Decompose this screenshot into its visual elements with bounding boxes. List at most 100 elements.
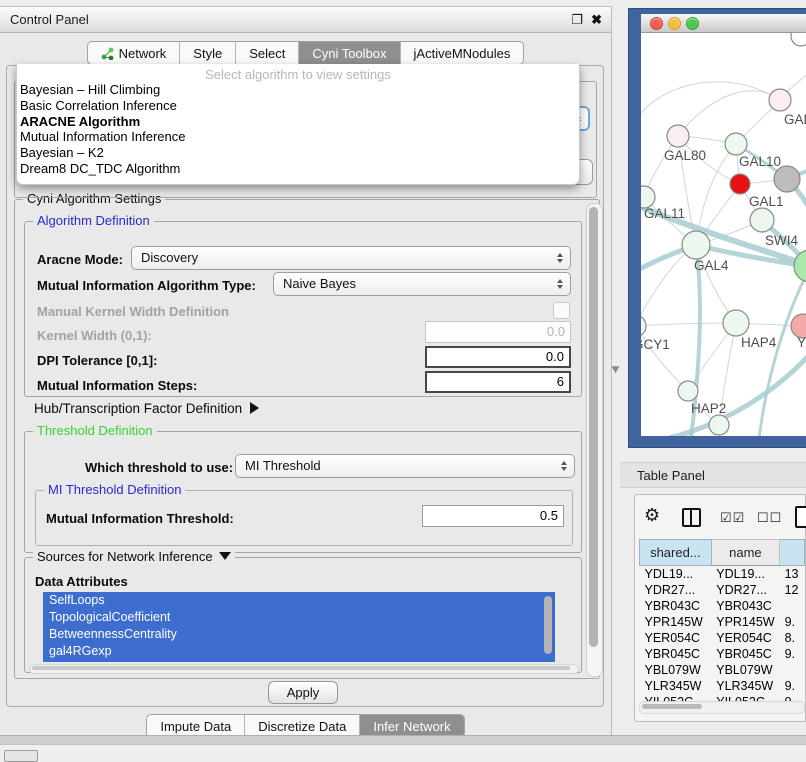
table-cell[interactable]: YPR145W <box>711 614 779 630</box>
node-attribute-table[interactable]: shared...nameYDL19...YDL19...13YDR27...Y… <box>639 539 805 710</box>
tab-jactivemnodules[interactable]: jActiveMNodules <box>400 42 524 64</box>
bottom-left-button-fragment[interactable] <box>4 750 38 762</box>
table-row[interactable]: YDR27...YDR27...12 <box>640 582 805 598</box>
bottom-splitter[interactable] <box>0 735 806 745</box>
minimize-window-icon[interactable] <box>668 17 681 30</box>
table-row[interactable]: YER054CYER054C8. <box>640 630 805 646</box>
settings-scrollbar[interactable] <box>586 203 603 677</box>
which-threshold-select[interactable]: MI Threshold <box>235 454 575 478</box>
aracne-mode-select[interactable]: Discovery <box>131 246 571 270</box>
table-cell[interactable]: 9. <box>780 646 805 662</box>
table-cell[interactable]: YDR27... <box>640 582 712 598</box>
table-cell[interactable]: YER054C <box>640 630 712 646</box>
table-cell[interactable]: YBR043C <box>640 598 712 614</box>
hub-definition-toggle[interactable]: Hub/Transcription Factor Definition <box>34 401 259 416</box>
table-cell[interactable] <box>780 662 805 678</box>
table-cell[interactable]: YBR043C <box>711 598 779 614</box>
network-node-gal10[interactable] <box>725 133 747 155</box>
table-cell[interactable]: YBL079W <box>640 662 712 678</box>
mi-steps-field[interactable]: 6 <box>425 371 571 393</box>
bottom-tab-infer-network[interactable]: Infer Network <box>359 715 463 737</box>
table-cell[interactable]: YDR27... <box>711 582 779 598</box>
table-cell[interactable]: 9. <box>780 614 805 630</box>
table-cell[interactable]: YLR345W <box>711 678 779 694</box>
network-window-titlebar[interactable] <box>641 14 806 33</box>
manual-kernel-checkbox[interactable] <box>553 302 570 319</box>
algorithm-option-bayesian-k2[interactable]: Bayesian – K2 <box>17 145 579 161</box>
dpi-tolerance-field[interactable]: 0.0 <box>425 346 571 368</box>
table-row[interactable]: YLR345WYLR345W9. <box>640 678 805 694</box>
close-panel-icon[interactable]: ✖ <box>591 7 602 33</box>
deselect-all-checkboxes-icon[interactable]: ☐☐ <box>757 510 782 526</box>
attribute-item-topologicalcoefficient[interactable]: TopologicalCoefficient <box>43 609 555 626</box>
table-cell[interactable]: YBL079W <box>711 662 779 678</box>
network-node[interactable] <box>794 250 806 282</box>
tab-network[interactable]: Network <box>88 42 180 64</box>
algorithm-option-bayesian-hill-climbing[interactable]: Bayesian – Hill Climbing <box>17 82 579 98</box>
algorithm-option-aracne-algorithm[interactable]: ARACNE Algorithm <box>17 114 579 130</box>
table-cell[interactable]: YBR045C <box>711 646 779 662</box>
table-cell[interactable]: 13 <box>780 566 805 583</box>
table-row[interactable]: YPR145WYPR145W9. <box>640 614 805 630</box>
table-cell[interactable]: YER054C <box>711 630 779 646</box>
mi-type-select[interactable]: Naive Bayes <box>273 272 571 296</box>
gear-icon[interactable]: ⚙ <box>644 505 660 526</box>
bottom-tab-impute-data[interactable]: Impute Data <box>147 715 244 737</box>
algorithm-option-mutual-information-inference[interactable]: Mutual Information Inference <box>17 129 579 145</box>
network-node-gcy1[interactable] <box>641 315 646 337</box>
tab-style[interactable]: Style <box>179 42 235 64</box>
network-node-gal11[interactable] <box>641 186 655 208</box>
network-node-hap2[interactable] <box>678 381 698 401</box>
network-node-gal[interactable] <box>769 89 791 111</box>
tab-select[interactable]: Select <box>235 42 298 64</box>
attributes-scrollbar-thumb[interactable] <box>544 596 552 654</box>
network-node-gal4[interactable] <box>682 231 710 259</box>
network-node[interactable] <box>709 415 729 435</box>
sources-hscrollbar[interactable] <box>29 664 579 674</box>
close-window-icon[interactable] <box>650 17 663 30</box>
table-row[interactable]: YBR043CYBR043C <box>640 598 805 614</box>
data-attributes-list[interactable]: SelfLoopsTopologicalCoefficientBetweenne… <box>43 592 555 662</box>
table-cell[interactable]: YDL19... <box>640 566 712 583</box>
select-all-checkboxes-icon[interactable]: ☑☑ <box>720 510 745 526</box>
kernel-width-field[interactable]: 0.0 <box>425 321 571 343</box>
column-header-partial[interactable] <box>780 540 805 566</box>
table-hscrollbar-thumb[interactable] <box>642 704 702 709</box>
network-node-hap4[interactable] <box>723 310 749 336</box>
table-cell[interactable]: YPR145W <box>640 614 712 630</box>
mi-threshold-field[interactable]: 0.5 <box>422 505 564 527</box>
table-row[interactable]: YBR045CYBR045C9. <box>640 646 805 662</box>
split-columns-icon[interactable] <box>682 508 701 527</box>
table-hscrollbar[interactable] <box>639 701 805 714</box>
column-header-name[interactable]: name <box>711 540 779 566</box>
column-header-shared[interactable]: shared... <box>640 540 712 566</box>
network-node-gal1[interactable] <box>730 174 750 194</box>
attribute-item-betweennesscentrality[interactable]: BetweennessCentrality <box>43 626 555 643</box>
table-cell[interactable]: 8. <box>780 630 805 646</box>
attribute-item-gal4rgexp[interactable]: gal4RGexp <box>43 643 555 660</box>
network-node-gal80[interactable] <box>667 125 689 147</box>
table-cell[interactable]: YBR045C <box>640 646 712 662</box>
bottom-tab-discretize-data[interactable]: Discretize Data <box>244 715 359 737</box>
table-cell[interactable] <box>780 598 805 614</box>
network-canvas[interactable]: GALGAL80GAL10GAL1GAL11SWI4GAL4GCY1HAP4YH… <box>641 33 806 436</box>
settings-scrollbar-thumb[interactable] <box>589 207 598 647</box>
table-cell[interactable]: 12 <box>780 582 805 598</box>
network-node-swi4[interactable] <box>750 208 774 232</box>
zoom-window-icon[interactable] <box>686 17 699 30</box>
apply-button[interactable]: Apply <box>268 681 338 704</box>
document-icon[interactable] <box>795 506 806 528</box>
sources-title[interactable]: Sources for Network Inference <box>33 549 235 564</box>
float-panel-icon[interactable]: ❐ <box>571 7 583 33</box>
table-row[interactable]: YDL19...YDL19...13 <box>640 566 805 583</box>
sources-hscrollbar-thumb[interactable] <box>32 666 570 670</box>
tab-cyni-toolbox[interactable]: Cyni Toolbox <box>298 42 399 64</box>
table-cell[interactable]: 9. <box>780 678 805 694</box>
network-node[interactable] <box>774 166 800 192</box>
network-node[interactable] <box>791 33 806 46</box>
algorithm-option-dream8-dc-tdc-algorithm[interactable]: Dream8 DC_TDC Algorithm <box>17 161 579 177</box>
table-row[interactable]: YBL079WYBL079W <box>640 662 805 678</box>
attribute-item-selfloops[interactable]: SelfLoops <box>43 592 555 609</box>
table-cell[interactable]: YDL19... <box>711 566 779 583</box>
algorithm-option-basic-correlation-inference[interactable]: Basic Correlation Inference <box>17 98 579 114</box>
